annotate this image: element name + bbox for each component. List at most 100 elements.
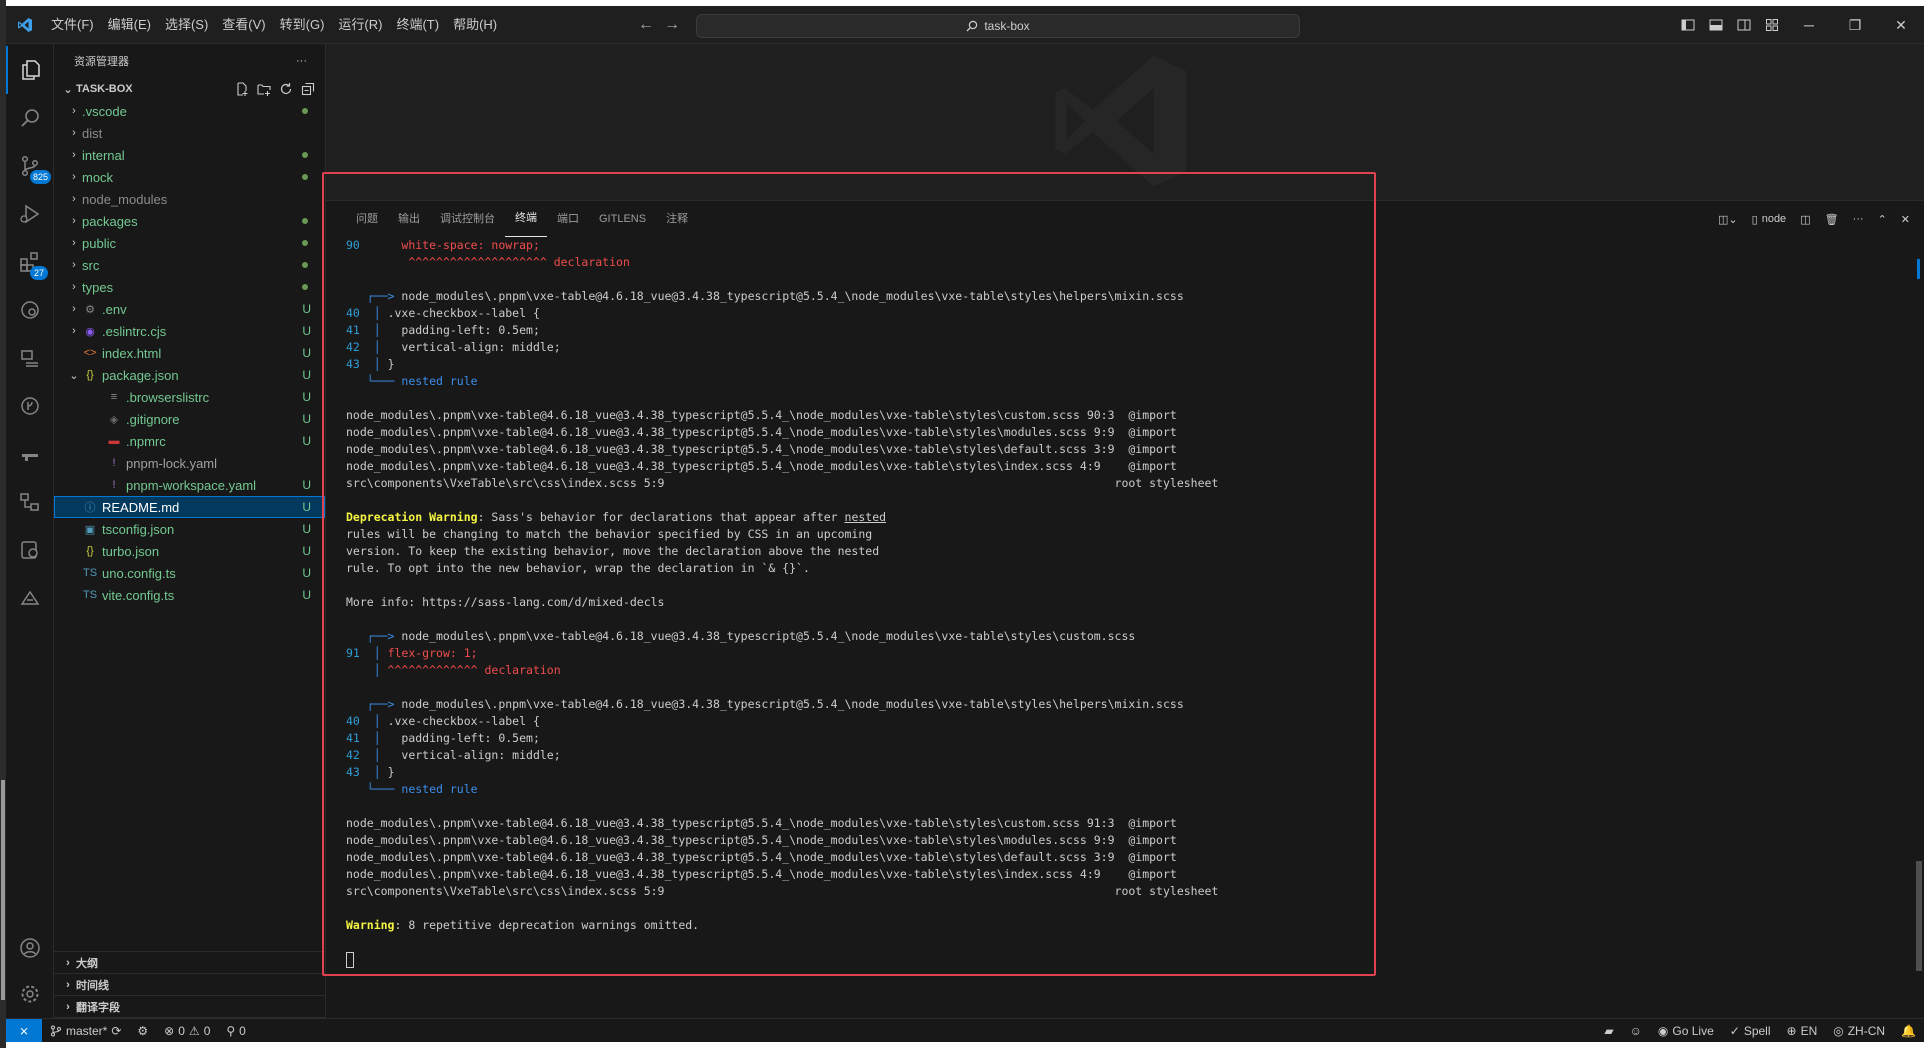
testing-icon[interactable] [6, 334, 54, 382]
close-window-icon[interactable]: ✕ [1878, 6, 1924, 44]
translation-section[interactable]: › 翻译字段 [54, 996, 326, 1018]
restore-icon[interactable]: ❐ [1832, 6, 1878, 44]
branch-indicator[interactable]: master* ⟳ [42, 1024, 129, 1038]
tab-ports[interactable]: 端口 [547, 201, 589, 237]
new-folder-icon[interactable] [257, 82, 271, 96]
gitlens-icon[interactable] [6, 382, 54, 430]
terminal-instance[interactable]: ▯ node [1752, 213, 1787, 226]
file-tree-item[interactable]: › ⚙ .env U [54, 298, 325, 320]
file-tree-item[interactable]: ⓘ README.md U [54, 496, 325, 518]
tab-debug-console[interactable]: 调试控制台 [430, 201, 505, 237]
file-tree-item[interactable]: {} turbo.json U [54, 540, 325, 562]
terminal-output[interactable]: 90 white-space: nowrap; ^^^^^^^^^^^^^^^^… [346, 237, 1886, 1009]
refresh-icon[interactable] [279, 82, 293, 96]
file-tree-item[interactable]: ≡ .browserslistrc U [54, 386, 325, 408]
menu-terminal[interactable]: 终端(T) [389, 6, 446, 44]
menu-go[interactable]: 转到(G) [273, 6, 332, 44]
timeline-section[interactable]: › 时间线 [54, 974, 326, 996]
tab-gitlens[interactable]: GITLENS [589, 201, 656, 237]
file-tree-item[interactable]: ! pnpm-workspace.yaml U [54, 474, 325, 496]
outer-scrollbar[interactable] [1, 780, 5, 1000]
go-live-button[interactable]: ◉ Go Live [1650, 1024, 1722, 1038]
toggle-secondary-sidebar-icon[interactable] [1730, 6, 1758, 44]
tab-problems[interactable]: 问题 [346, 201, 388, 237]
file-tree-item[interactable]: › .vscode [54, 100, 325, 122]
toggle-panel-icon[interactable] [1702, 6, 1730, 44]
docker-icon[interactable] [6, 430, 54, 478]
file-tree-item[interactable]: › dist [54, 122, 325, 144]
file-tree-item[interactable]: ◈ .gitignore U [54, 408, 325, 430]
menu-edit[interactable]: 编辑(E) [101, 6, 158, 44]
arrow-left-icon[interactable]: ← [638, 16, 654, 34]
menu-selection[interactable]: 选择(S) [158, 6, 215, 44]
new-terminal-dropdown-icon[interactable]: ◫⌄ [1718, 213, 1738, 226]
warning-line: Warning: 8 repetitive deprecation warnin… [346, 917, 699, 934]
menu-view[interactable]: 查看(V) [215, 6, 272, 44]
file-tree-item[interactable]: › types [54, 276, 325, 298]
command-center-search[interactable]: task-box [696, 14, 1300, 38]
file-name: vite.config.ts [102, 587, 175, 603]
collapse-all-icon[interactable] [301, 82, 315, 96]
tab-comments[interactable]: 注释 [656, 201, 698, 237]
split-terminal-icon[interactable]: ◫ [1800, 213, 1810, 226]
spell-button[interactable]: ✓ Spell [1722, 1024, 1779, 1038]
arrow-right-icon[interactable]: → [664, 16, 680, 34]
language-zh-button[interactable]: ◎ ZH-CN [1825, 1024, 1893, 1038]
gitlens-status-icon[interactable]: ⚙ [129, 1024, 156, 1038]
tab-output[interactable]: 输出 [388, 201, 430, 237]
file-tree-item[interactable]: TS vite.config.ts U [54, 584, 325, 606]
sync-icon[interactable]: ⟳ [111, 1024, 121, 1038]
search-icon[interactable] [6, 94, 54, 142]
toggle-sidebar-icon[interactable] [1674, 6, 1702, 44]
more-info-line[interactable]: More info: https://sass-lang.com/d/mixed… [346, 594, 665, 611]
problems-indicator[interactable]: ⊗ 0 ⚠ 0 [156, 1024, 218, 1038]
account-icon[interactable] [6, 924, 54, 972]
timeline-icon[interactable] [6, 526, 54, 574]
project-section-header[interactable]: ⌄ TASK-BOX [54, 78, 325, 100]
source-control-icon[interactable]: 825 [6, 142, 54, 190]
file-tree-item[interactable]: ⌄ {} package.json U [54, 364, 325, 386]
git-status-dot [302, 174, 308, 180]
close-panel-icon[interactable]: ✕ [1901, 213, 1910, 226]
settings-gear-icon[interactable] [6, 970, 54, 1018]
remote-indicator-icon[interactable]: ⨯ [6, 1018, 42, 1042]
language-en-button[interactable]: ⊕ EN [1779, 1024, 1826, 1038]
file-tree-item[interactable]: <> index.html U [54, 342, 325, 364]
docker-status-icon[interactable]: ▰ [1596, 1024, 1621, 1038]
run-debug-icon[interactable] [6, 190, 54, 238]
maximize-panel-icon[interactable]: ⌃ [1878, 213, 1887, 226]
file-tree-item[interactable]: ▬ .npmrc U [54, 430, 325, 452]
menu-run[interactable]: 运行(R) [331, 6, 389, 44]
terminal-scrollbar[interactable] [1912, 201, 1924, 1019]
scrollbar-thumb[interactable] [1916, 861, 1922, 971]
explorer-icon[interactable] [6, 46, 54, 94]
file-tree-item[interactable]: TS uno.config.ts U [54, 562, 325, 584]
file-tree-item[interactable]: › node_modules [54, 188, 325, 210]
trash-icon[interactable]: 🗑 [1825, 213, 1839, 226]
ports-indicator[interactable]: ⚲ 0 [218, 1024, 253, 1038]
minimize-icon[interactable]: ─ [1786, 6, 1832, 44]
file-tree-item[interactable]: › internal [54, 144, 325, 166]
menu-file[interactable]: 文件(F) [44, 6, 101, 44]
remote-explorer-icon[interactable] [6, 286, 54, 334]
deploy-icon[interactable] [6, 574, 54, 622]
more-actions-icon[interactable]: ··· [296, 55, 307, 67]
file-tree-item[interactable]: ! pnpm-lock.yaml [54, 452, 325, 474]
file-tree-item[interactable]: ▣ tsconfig.json U [54, 518, 325, 540]
file-tree-item[interactable]: › public [54, 232, 325, 254]
file-tree-item[interactable]: › ◉ .eslintrc.cjs U [54, 320, 325, 342]
notifications-bell-icon[interactable]: 🔔 [1893, 1024, 1924, 1038]
outline-map-icon[interactable] [6, 478, 54, 526]
outline-section[interactable]: › 大纲 [54, 952, 326, 974]
file-tree-item[interactable]: › packages [54, 210, 325, 232]
customize-layout-icon[interactable] [1758, 6, 1786, 44]
file-tree-item[interactable]: › src [54, 254, 325, 276]
menu-help[interactable]: 帮助(H) [446, 6, 504, 44]
terminal-prompt[interactable] [346, 951, 354, 968]
tab-terminal[interactable]: 终端 [505, 201, 547, 237]
file-tree-item[interactable]: › mock [54, 166, 325, 188]
extensions-icon[interactable]: 27 [6, 238, 54, 286]
more-actions-icon[interactable]: ··· [1853, 213, 1864, 225]
copilot-icon[interactable]: ☺ [1622, 1024, 1650, 1038]
new-file-icon[interactable] [235, 82, 249, 96]
